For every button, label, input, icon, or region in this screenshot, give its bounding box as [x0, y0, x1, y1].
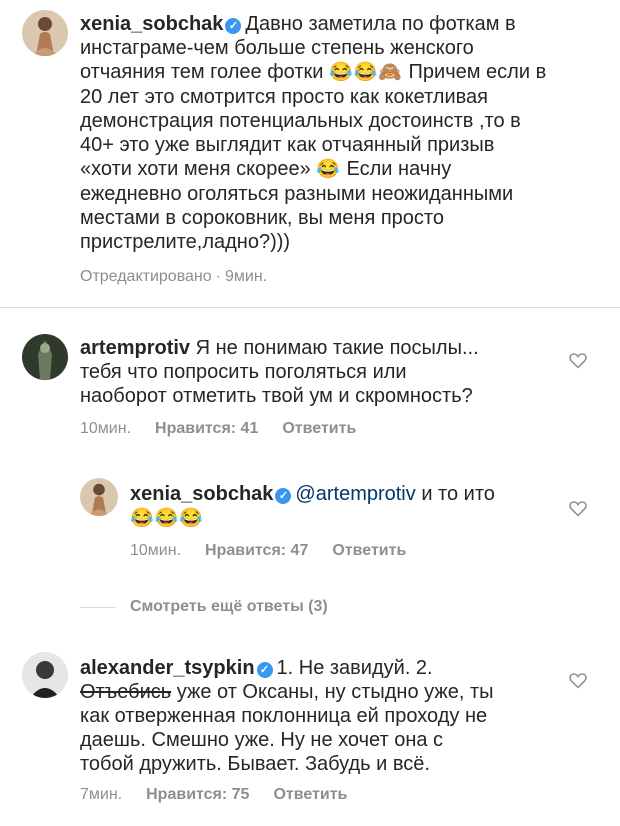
caption-line: Если начну: [346, 158, 452, 180]
view-more-replies-button[interactable]: Смотреть ещё ответы (3): [80, 596, 328, 618]
comment-line: уже от Оксаны, ну стыдно уже, ты: [176, 681, 494, 703]
caption-line: ежедневно оголяться разными неожиданными: [80, 183, 514, 205]
mention-link[interactable]: @artemprotiv: [295, 483, 415, 505]
caption-line: инстаграме-чем больше степень женского: [80, 37, 474, 59]
reply-button[interactable]: Ответить: [282, 420, 356, 437]
caption-line: 20 лет это смотрится просто как кокетлив…: [80, 86, 488, 108]
reply-line: и то ито: [421, 483, 495, 505]
caption-line: Причем если в: [408, 61, 547, 83]
view-more-label: Смотреть ещё ответы (3): [130, 598, 328, 615]
caption-line: местами в сороковник, вы меня просто: [80, 207, 444, 229]
comment-meta: 10мин. Нравится: 41 Ответить: [80, 420, 380, 438]
edited-label: Отредактировано: [80, 268, 212, 285]
emoji: 😂😂🙈: [328, 62, 403, 83]
username[interactable]: xenia_sobchak: [130, 483, 273, 505]
verified-icon: ✓: [275, 488, 292, 504]
comment-line: тебя что попросить поголяться или: [80, 361, 407, 383]
heart-icon[interactable]: [568, 670, 588, 690]
emoji: 😂: [316, 159, 341, 180]
comment-text: artemprotiv Я не понимаю такие посылы...…: [80, 336, 560, 408]
username[interactable]: xenia_sobchak: [80, 13, 223, 35]
comment-line: Я не понимаю такие посылы...: [195, 337, 479, 359]
verified-icon: ✓: [256, 662, 273, 678]
caption-meta: Отредактировано · 9мин.: [80, 268, 268, 285]
caption-line: Давно заметила по фоткам в: [245, 13, 516, 35]
comment-text: alexander_tsypkin ✓ 1. Не завидуй. 2. Отъе…: [80, 656, 560, 776]
heart-icon[interactable]: [568, 350, 588, 370]
reply-button[interactable]: Ответить: [273, 786, 347, 803]
timestamp: 9мин.: [224, 268, 268, 285]
comment-line: 1. Не завидуй. 2.: [276, 657, 433, 679]
likes-count[interactable]: Нравится: 47: [205, 542, 308, 559]
comment-meta: 7мин. Нравится: 75 Ответить: [80, 786, 371, 804]
username[interactable]: artemprotiv: [80, 337, 190, 359]
avatar[interactable]: [22, 334, 68, 380]
caption-line: 40+ это уже выглядит как отчаянный призы…: [80, 134, 495, 156]
caption-line: демонстрация потенциальных достоинств ,т…: [80, 110, 521, 132]
reply-text: xenia_sobchak ✓ @artemprotiv и то ито 😂😂😂: [130, 482, 560, 531]
emoji: 😂😂😂: [130, 508, 204, 529]
post-caption: xenia_sobchak ✓ Давно заметила по фоткам в…: [0, 0, 620, 308]
avatar[interactable]: [22, 652, 68, 698]
reply-meta: 10мин. Нравится: 47 Ответить: [130, 542, 430, 560]
reply-button[interactable]: Ответить: [332, 542, 406, 559]
caption-line: «хоти хоти меня скорее»: [80, 158, 311, 180]
caption-line: отчаяния тем голее фотки: [80, 61, 324, 83]
strikethrough-text: Отъебись: [80, 681, 172, 703]
likes-count[interactable]: Нравится: 41: [155, 420, 258, 437]
timestamp: 10мин.: [80, 420, 132, 437]
comment-line: даешь. Смешно уже. Ну не хочет она с: [80, 729, 444, 751]
comment-line: тобой дружить. Бывает. Забудь и всё.: [80, 753, 430, 775]
avatar[interactable]: [80, 478, 118, 516]
timestamp: 7мин.: [80, 786, 123, 803]
divider: [80, 606, 116, 608]
likes-count[interactable]: Нравится: 75: [146, 786, 249, 803]
avatar[interactable]: [22, 10, 68, 56]
timestamp: 10мин.: [130, 542, 182, 559]
comment-line: наоборот отметить твой ум и скромность?: [80, 385, 473, 407]
heart-icon[interactable]: [568, 498, 588, 518]
caption-line: пристрелите,ладно?))): [80, 231, 291, 253]
verified-icon: ✓: [225, 18, 242, 34]
username[interactable]: alexander_tsypkin: [80, 657, 255, 679]
caption-text: xenia_sobchak ✓ Давно заметила по фоткам в…: [80, 12, 600, 254]
comment-line: как отверженная поклонница ей проходу не: [80, 705, 488, 727]
